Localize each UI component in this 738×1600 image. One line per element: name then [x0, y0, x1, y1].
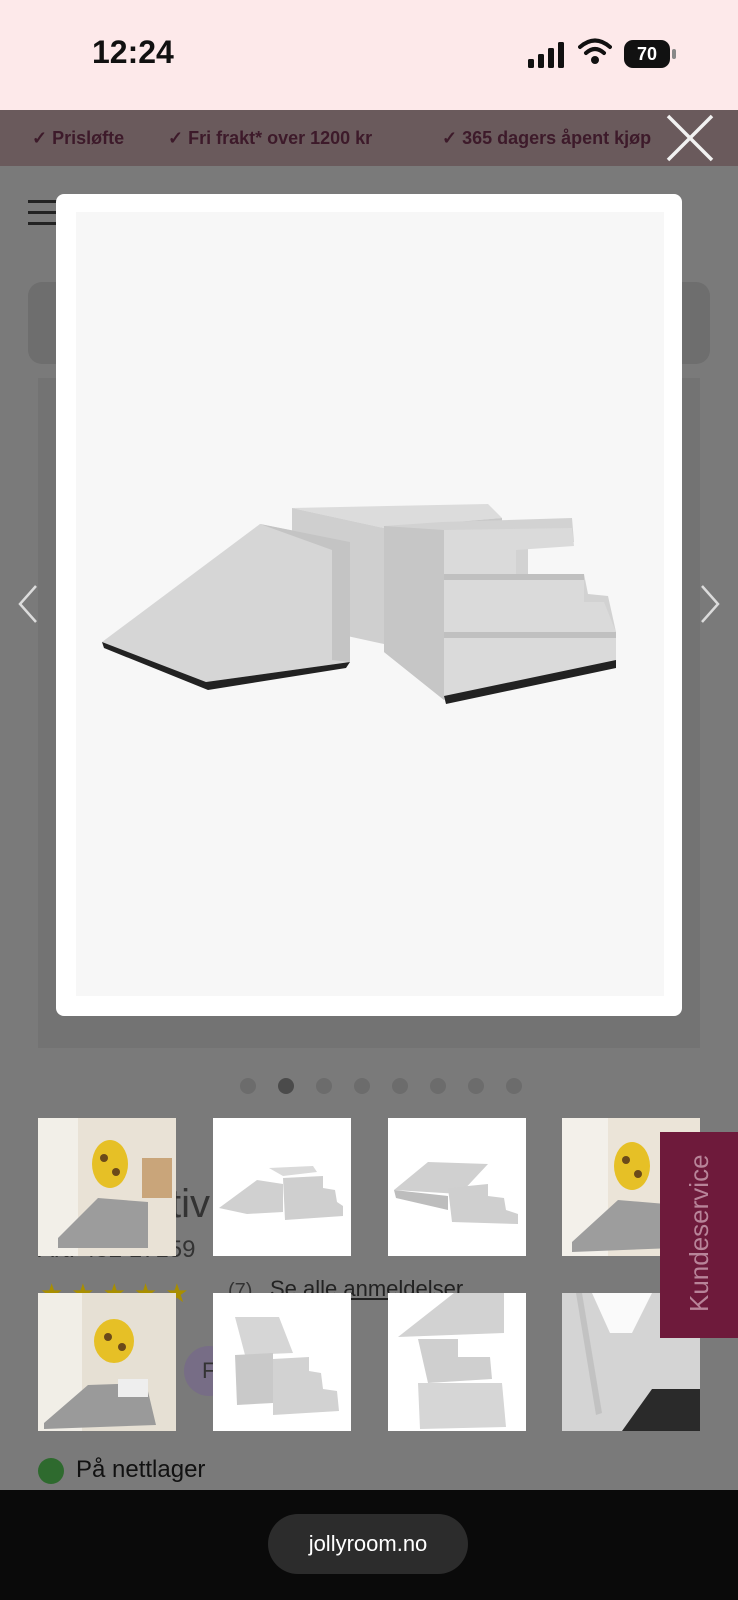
playroom-photo-icon	[38, 1118, 176, 1256]
carousel-dot[interactable]	[316, 1078, 332, 1094]
thumbnail-foam-stairs[interactable]	[213, 1293, 351, 1431]
promo-item-open-purchase: ✓ 365 dagers åpent kjøp	[442, 128, 652, 148]
carousel-dot[interactable]	[354, 1078, 370, 1094]
thumbnail-foam-set-1[interactable]	[213, 1118, 351, 1256]
chevron-right-icon[interactable]	[698, 584, 722, 624]
status-bar: 12:24 70	[0, 0, 738, 110]
status-time: 12:24	[92, 34, 174, 70]
thumbnail-playroom-1[interactable]	[38, 1118, 176, 1256]
foam-stairs-photo-icon	[213, 1293, 351, 1431]
carousel-dot[interactable]	[392, 1078, 408, 1094]
battery-icon: 70	[624, 40, 670, 68]
carousel-dot[interactable]	[468, 1078, 484, 1094]
stock-status: På nettlager	[76, 1456, 206, 1483]
cellular-signal-icon	[528, 42, 564, 68]
foam-play-set-illustration	[102, 504, 616, 704]
promo-strip: ✓ Prisløfte ✓ Fri frakt* over 1200 kr ✓ …	[0, 110, 738, 166]
customer-service-label: Kundeservice	[684, 1154, 714, 1312]
close-icon[interactable]	[664, 112, 716, 164]
image-lightbox	[56, 194, 682, 1016]
thumbnail-playroom-3[interactable]	[38, 1293, 176, 1431]
foam-set-photo-icon	[388, 1118, 526, 1256]
battery-tip	[672, 49, 676, 59]
product-image-enlarged[interactable]	[76, 212, 664, 996]
carousel-dot-active[interactable]	[278, 1078, 294, 1094]
chevron-left-icon[interactable]	[16, 584, 40, 624]
promo-item-price-promise: ✓ Prisløfte	[32, 128, 125, 148]
in-stock-indicator-icon	[38, 1458, 64, 1484]
address-bar[interactable]: jollyroom.no	[268, 1514, 468, 1574]
carousel-dot[interactable]	[240, 1078, 256, 1094]
playroom-photo-icon	[38, 1293, 176, 1431]
carousel-dot[interactable]	[430, 1078, 446, 1094]
carousel-dot[interactable]	[506, 1078, 522, 1094]
thumbnail-foam-set-2[interactable]	[388, 1118, 526, 1256]
thumbnail-foam-tower[interactable]	[388, 1293, 526, 1431]
foam-tower-photo-icon	[388, 1293, 526, 1431]
menu-icon[interactable]	[28, 200, 58, 228]
foam-set-photo-icon	[213, 1118, 351, 1256]
wifi-icon	[578, 38, 612, 64]
promo-item-free-shipping: ✓ Fri frakt* over 1200 kr	[168, 128, 373, 148]
customer-service-tab[interactable]: Kundeservice	[660, 1132, 738, 1338]
